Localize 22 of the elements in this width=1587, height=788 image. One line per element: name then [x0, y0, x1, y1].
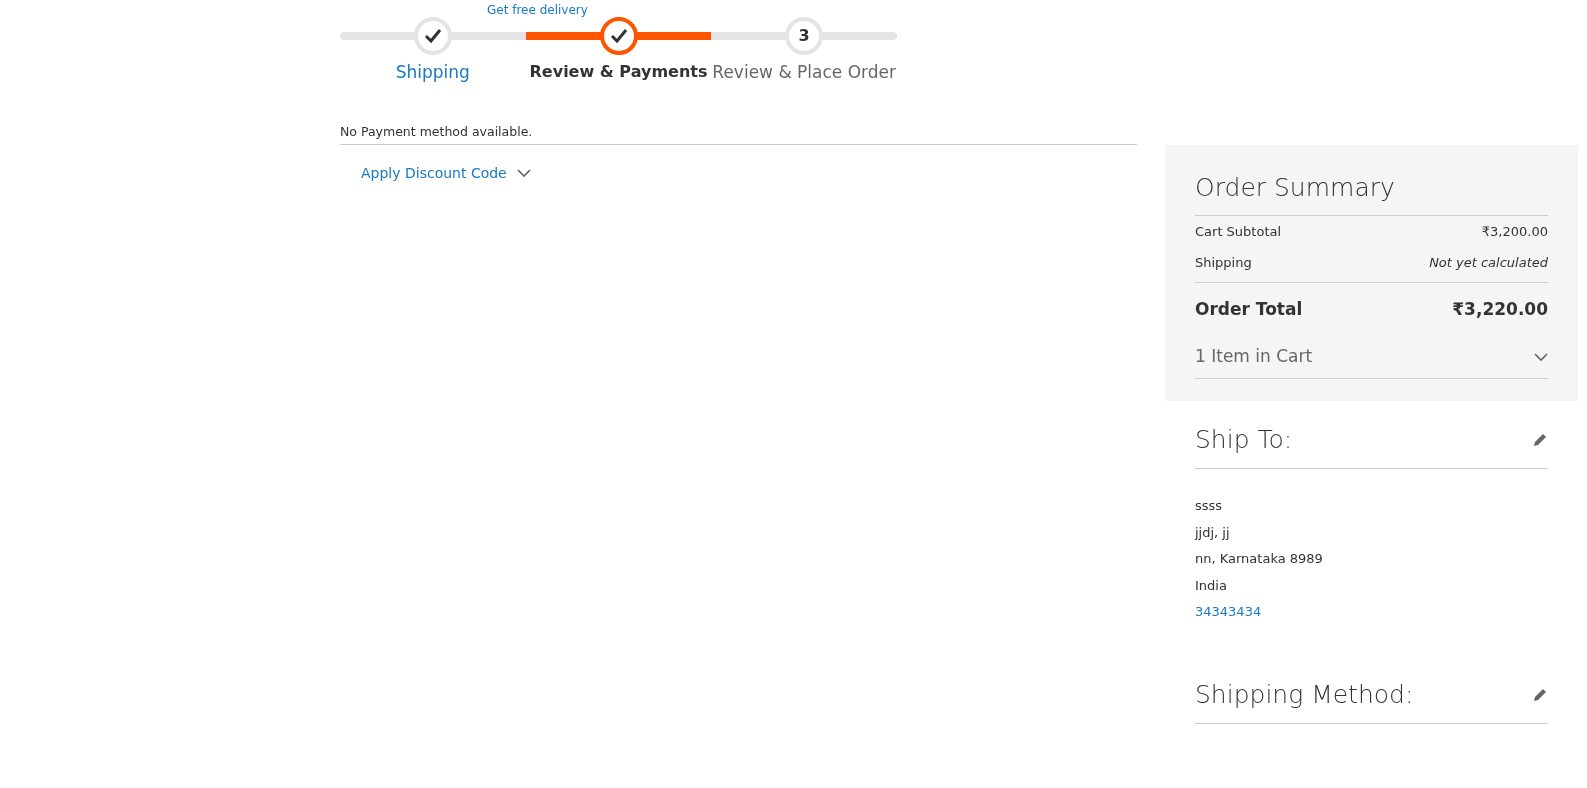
summary-value: ₹3,220.00: [1452, 297, 1548, 321]
step-label: Review & Payments: [529, 60, 708, 83]
address-line: jjdj, jj: [1195, 523, 1231, 542]
promo-link[interactable]: Get free delivery: [487, 3, 588, 17]
address-line: nn, Karnataka 8989: [1195, 550, 1324, 568]
discount-toggle[interactable]: Apply Discount Code: [361, 162, 531, 184]
section-title: Ship To:: [1195, 423, 1293, 456]
summary-label: Shipping: [1195, 254, 1252, 272]
summary-label: Cart Subtotal: [1195, 222, 1282, 241]
summary-value: Not yet calculated: [1429, 254, 1548, 272]
phone-link[interactable]: 34343434: [1195, 604, 1262, 619]
items-toggle[interactable]: 1 Item in Cart: [1195, 328, 1548, 379]
summary-value: ₹3,200.00: [1481, 222, 1548, 241]
address-line: ssss: [1195, 497, 1224, 515]
step-label: Review & Place Order: [712, 60, 896, 84]
step-label[interactable]: Shipping: [395, 59, 470, 85]
step-number: 3: [785, 16, 824, 55]
summary-label: Order Total: [1195, 297, 1303, 321]
summary-title: Order Summary: [1195, 169, 1548, 216]
payment-message: No Payment method available.: [340, 123, 1137, 145]
address-line: India: [1195, 576, 1228, 595]
section-title: Shipping Method:: [1195, 678, 1414, 711]
